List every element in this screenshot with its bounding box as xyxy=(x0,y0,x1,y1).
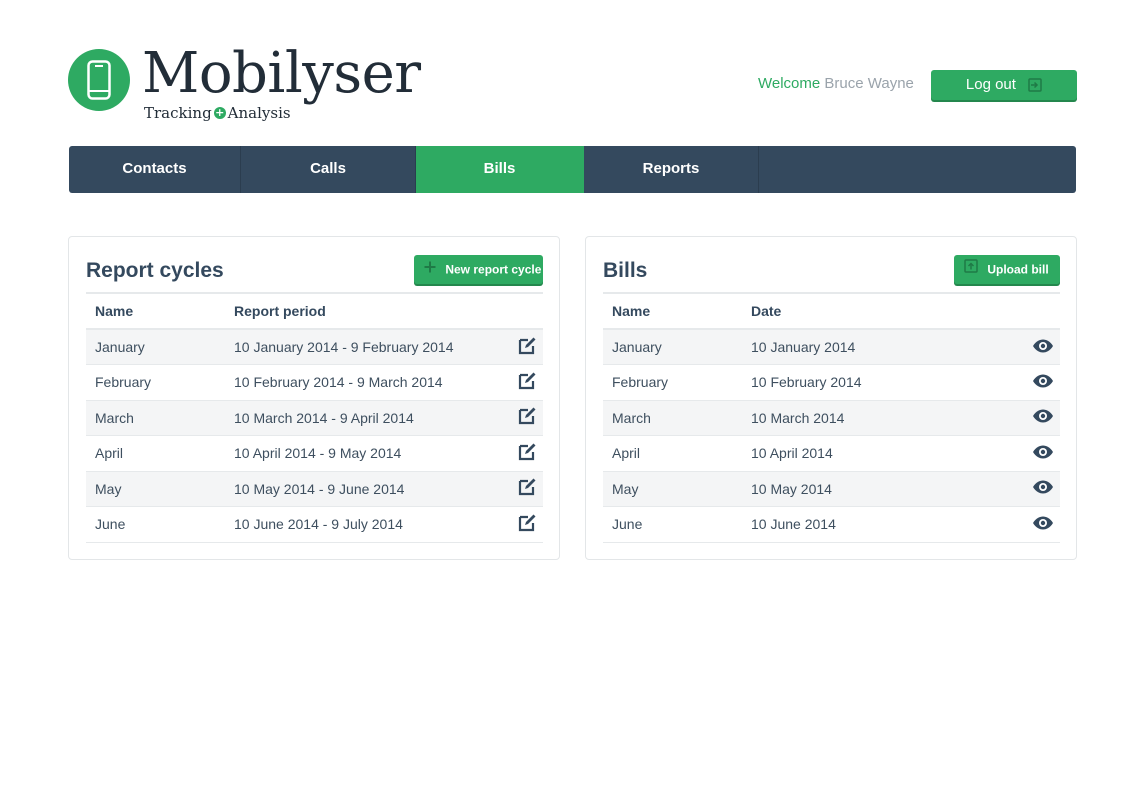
tagline-right: Analysis xyxy=(227,104,291,122)
main-nav: Contacts Calls Bills Reports xyxy=(69,146,1076,193)
phone-icon xyxy=(68,49,130,111)
view-button[interactable] xyxy=(1020,435,1060,472)
row-name: April xyxy=(86,435,225,472)
view-button[interactable] xyxy=(1020,329,1060,365)
logout-icon xyxy=(1028,78,1042,92)
row-name: January xyxy=(603,329,742,365)
row-date: 10 March 2014 xyxy=(742,400,1020,436)
eye-icon xyxy=(1032,516,1054,533)
row-name: March xyxy=(603,400,742,436)
table-header-row: Name Report period xyxy=(86,292,543,330)
edit-icon xyxy=(517,514,537,536)
view-button[interactable] xyxy=(1020,400,1060,436)
view-button[interactable] xyxy=(1020,506,1060,543)
row-date: 10 April 2014 xyxy=(742,435,1020,472)
eye-icon xyxy=(1032,480,1054,497)
nav-item-bills[interactable]: Bills xyxy=(416,146,584,193)
report-cycles-title: Report cycles xyxy=(86,259,224,282)
edit-button[interactable] xyxy=(503,506,543,543)
row-period: 10 February 2014 - 9 March 2014 xyxy=(225,364,503,401)
plus-icon: + xyxy=(213,106,226,119)
logout-label: Log out xyxy=(965,76,1016,94)
column-header-report-period: Report period xyxy=(225,292,503,330)
edit-button[interactable] xyxy=(503,435,543,472)
table-row: February 10 February 2014 - 9 March 2014 xyxy=(86,364,543,401)
upload-bill-label: Upload bill xyxy=(987,262,1049,277)
bills-table: Name Date January 10 January 2014 February… xyxy=(603,292,1060,543)
edit-button[interactable] xyxy=(503,364,543,401)
table-row: May 10 May 2014 - 9 June 2014 xyxy=(86,471,543,507)
table-row: February 10 February 2014 xyxy=(603,364,1060,401)
edit-button[interactable] xyxy=(503,471,543,507)
nav-item-calls[interactable]: Calls xyxy=(241,146,416,193)
eye-icon xyxy=(1032,339,1054,356)
table-row: April 10 April 2014 xyxy=(603,435,1060,472)
view-button[interactable] xyxy=(1020,364,1060,401)
table-header-row: Name Date xyxy=(603,292,1060,330)
brand-name: Mobilyser xyxy=(142,41,421,106)
row-period: 10 March 2014 - 9 April 2014 xyxy=(225,400,503,436)
edit-icon xyxy=(517,407,537,429)
eye-icon xyxy=(1032,409,1054,426)
edit-button[interactable] xyxy=(503,329,543,365)
row-name: June xyxy=(86,506,225,543)
bills-title: Bills xyxy=(603,259,648,282)
table-row: June 10 June 2014 xyxy=(603,506,1060,543)
column-header-date: Date xyxy=(742,292,1020,330)
row-date: 10 February 2014 xyxy=(742,364,1020,401)
new-report-cycle-label: New report cycle xyxy=(445,262,542,277)
row-name: May xyxy=(603,471,742,507)
row-date: 10 June 2014 xyxy=(742,506,1020,543)
column-header-actions xyxy=(1020,292,1060,330)
row-name: February xyxy=(603,364,742,401)
report-cycles-table: Name Report period January 10 January 201… xyxy=(86,292,543,543)
table-row: January 10 January 2014 - 9 February 2014 xyxy=(86,329,543,365)
row-name: June xyxy=(603,506,742,543)
report-cycles-panel: Report cycles New report cycle Name Repo… xyxy=(68,236,560,560)
edit-icon xyxy=(517,372,537,394)
eye-icon xyxy=(1032,374,1054,391)
bills-panel: Bills Upload bill Name Date January 10 Ja… xyxy=(585,236,1077,560)
welcome-label: Welcome xyxy=(758,75,821,92)
tagline-left: Tracking xyxy=(144,104,212,122)
plus-icon xyxy=(424,255,436,284)
row-name: May xyxy=(86,471,225,507)
eye-icon xyxy=(1032,445,1054,462)
table-row: June 10 June 2014 - 9 July 2014 xyxy=(86,506,543,543)
table-row: January 10 January 2014 xyxy=(603,329,1060,365)
welcome-message: Welcome Bruce Wayne xyxy=(758,75,914,93)
new-report-cycle-button[interactable]: New report cycle xyxy=(414,255,543,284)
header: Mobilyser Tracking + Analysis Welcome Br… xyxy=(0,0,1140,140)
upload-icon xyxy=(964,255,978,284)
edit-icon xyxy=(517,443,537,465)
edit-icon xyxy=(517,337,537,359)
table-row: May 10 May 2014 xyxy=(603,471,1060,507)
row-period: 10 January 2014 - 9 February 2014 xyxy=(225,329,503,365)
row-period: 10 April 2014 - 9 May 2014 xyxy=(225,435,503,472)
table-row: March 10 March 2014 - 9 April 2014 xyxy=(86,400,543,436)
view-button[interactable] xyxy=(1020,471,1060,507)
brand-tagline: Tracking + Analysis xyxy=(144,104,291,122)
upload-bill-button[interactable]: Upload bill xyxy=(954,255,1060,284)
row-date: 10 May 2014 xyxy=(742,471,1020,507)
row-date: 10 January 2014 xyxy=(742,329,1020,365)
row-name: February xyxy=(86,364,225,401)
edit-icon xyxy=(517,478,537,500)
row-period: 10 May 2014 - 9 June 2014 xyxy=(225,471,503,507)
row-period: 10 June 2014 - 9 July 2014 xyxy=(225,506,503,543)
column-header-actions xyxy=(503,292,543,330)
row-name: January xyxy=(86,329,225,365)
row-name: April xyxy=(603,435,742,472)
edit-button[interactable] xyxy=(503,400,543,436)
logout-button[interactable]: Log out xyxy=(931,70,1077,100)
nav-item-reports[interactable]: Reports xyxy=(584,146,759,193)
column-header-name: Name xyxy=(86,292,225,330)
user-name: Bruce Wayne xyxy=(824,75,914,92)
row-name: March xyxy=(86,400,225,436)
nav-item-contacts[interactable]: Contacts xyxy=(69,146,241,193)
table-row: March 10 March 2014 xyxy=(603,400,1060,436)
column-header-name: Name xyxy=(603,292,742,330)
table-row: April 10 April 2014 - 9 May 2014 xyxy=(86,435,543,472)
